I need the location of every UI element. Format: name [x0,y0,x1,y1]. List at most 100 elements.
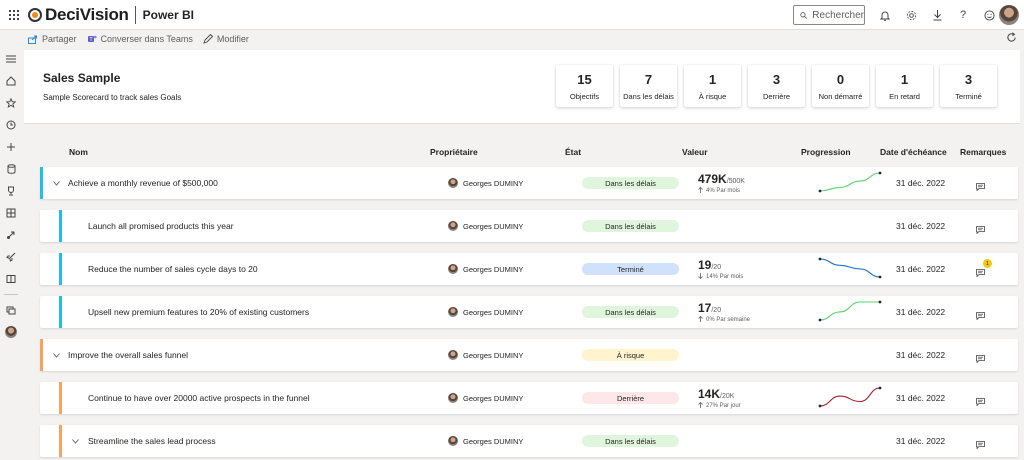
browse-book-icon[interactable] [0,268,22,290]
stat-tile[interactable]: 0 Non démarré [812,65,869,107]
column-header-name[interactable]: Nom [69,147,88,157]
notes-icon[interactable]: 1 [976,259,992,278]
apps-icon[interactable] [0,202,22,224]
brand-logo[interactable]: DeciVision [28,5,129,25]
goal-row[interactable]: Reduce the number of sales cycle days to… [40,253,1018,285]
column-header-status[interactable]: État [565,147,581,157]
goals-trophy-icon[interactable] [0,180,22,202]
stat-tile[interactable]: 15 Objectifs [556,65,613,107]
left-nav-rail [0,48,22,460]
goal-name[interactable]: Achieve a monthly revenue of $500,000 [68,167,218,199]
goal-value[interactable]: 19/20 14% Par mois [698,258,743,281]
goal-value[interactable]: 14K/20K 27% Par jour [698,387,741,410]
favorites-star-icon[interactable] [0,92,22,114]
column-header-progress[interactable]: Progression [801,147,851,157]
goal-value[interactable]: 17/20 0% Par semaine [698,301,750,324]
goal-name[interactable]: Streamline the sales lead process [88,425,216,457]
owner-name: Georges DUMINY [463,264,524,274]
status-badge[interactable]: Terminé [582,263,679,275]
product-name[interactable]: Power BI [143,8,194,22]
app-launcher-icon[interactable] [0,9,28,20]
rail-workspace-avatar[interactable] [0,321,22,343]
share-button[interactable]: Partager [28,34,77,44]
expand-chevron-icon[interactable] [53,167,60,199]
goal-row[interactable]: Achieve a monthly revenue of $500,000 Geo… [40,167,1018,199]
status-badge[interactable]: Dans les délais [582,177,679,189]
current-value: 14K [698,387,721,401]
goal-owner[interactable]: Georges DUMINY [448,382,523,414]
progress-sparkline[interactable] [817,385,883,409]
arrow-up-icon [698,315,703,324]
notes-icon[interactable] [976,436,988,450]
status-badge[interactable]: À risque [582,349,679,361]
teams-chat-label: Converser dans Teams [100,34,193,44]
stat-tile[interactable]: 3 Terminé [940,65,997,107]
goal-name[interactable]: Reduce the number of sales cycle days to… [88,253,258,285]
goal-owner[interactable]: Georges DUMINY [448,296,523,328]
help-icon[interactable]: ? [950,9,976,21]
home-icon[interactable] [0,70,22,92]
status-badge[interactable]: Dans les délais [582,220,679,232]
download-icon[interactable] [924,9,950,21]
stat-tile[interactable]: 1 À risque [684,65,741,107]
stat-count: 1 [708,71,717,87]
expand-chevron-icon[interactable] [53,339,60,371]
goal-name[interactable]: Continue to have over 20000 active prosp… [88,382,310,414]
settings-icon[interactable] [898,10,924,21]
workspaces-icon[interactable] [0,299,22,321]
goal-owner[interactable]: Georges DUMINY [448,339,523,371]
stat-tile[interactable]: 1 En retard [876,65,933,107]
goal-row[interactable]: Continue to have over 20000 active prosp… [40,382,1018,414]
goal-row[interactable]: Streamline the sales lead process Georges… [40,425,1018,457]
expand-chevron-icon[interactable] [72,425,79,457]
stat-count: 0 [836,71,845,87]
notes-icon[interactable] [976,307,988,321]
deployment-rocket-icon[interactable] [0,246,22,268]
brand-logo-icon [28,7,42,22]
progress-sparkline[interactable] [817,299,883,323]
column-header-owner[interactable]: Propriétaire [430,147,478,157]
status-badge[interactable]: Dans les délais [582,435,679,447]
teams-chat-button[interactable]: T Converser dans Teams [87,34,193,44]
notes-icon[interactable] [976,393,988,407]
goal-row[interactable]: Launch all promised products this year Ge… [40,210,1018,242]
notifications-icon[interactable] [872,10,898,21]
goal-row[interactable]: Upsell new premium features to 20% of ex… [40,296,1018,328]
goal-status-bar [59,253,62,285]
notes-icon[interactable] [976,178,988,192]
goal-owner[interactable]: Georges DUMINY [448,167,523,199]
refresh-icon[interactable] [1006,32,1017,46]
stat-tile[interactable]: 3 Derrière [748,65,805,107]
goal-name[interactable]: Upsell new premium features to 20% of ex… [88,296,309,328]
menu-icon[interactable] [0,48,22,70]
goal-value[interactable]: 479K/500K 4% Par mois [698,172,745,195]
search-box[interactable]: Rechercher [793,5,865,25]
status-badge[interactable]: Derrière [582,392,679,404]
datasets-cylinder-icon[interactable] [0,158,22,180]
share-icon [28,35,37,44]
change-text: 4% Par mois [706,188,741,194]
progress-sparkline[interactable] [817,256,883,280]
goal-owner[interactable]: Georges DUMINY [448,253,523,285]
notes-icon[interactable] [976,350,988,364]
learn-icon[interactable] [0,224,22,246]
progress-sparkline[interactable] [817,170,883,194]
create-plus-icon[interactable] [0,136,22,158]
user-avatar[interactable] [999,5,1019,25]
sparkline-point [878,275,882,279]
column-header-notes[interactable]: Remarques [960,147,1006,157]
column-header-due-date[interactable]: Date d'échéance [880,147,947,157]
column-header-value[interactable]: Valeur [682,147,708,157]
goals-table: Nom Propriétaire État Valeur Progression… [24,124,1020,460]
edit-button[interactable]: Modifier [203,34,249,44]
status-badge[interactable]: Dans les délais [582,306,679,318]
goal-owner[interactable]: Georges DUMINY [448,210,523,242]
goal-owner[interactable]: Georges DUMINY [448,425,523,457]
goal-row[interactable]: Improve the overall sales funnel Georges … [40,339,1018,371]
recent-clock-icon[interactable] [0,114,22,136]
goal-name[interactable]: Launch all promised products this year [88,210,234,242]
notes-icon[interactable] [976,221,988,235]
stat-tile[interactable]: 7 Dans les délais [620,65,677,107]
sparkline-point [818,257,822,261]
goal-name[interactable]: Improve the overall sales funnel [68,339,188,371]
